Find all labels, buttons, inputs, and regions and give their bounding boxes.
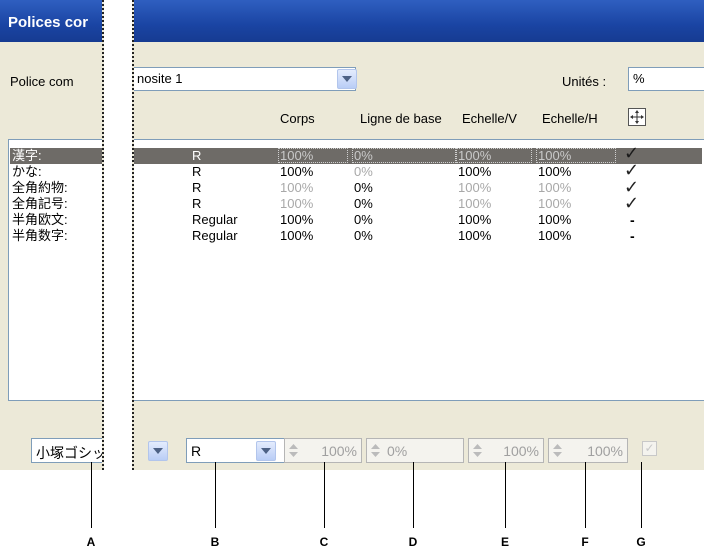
row-name[interactable]: 半角数字: bbox=[12, 228, 68, 244]
row-echelle-h: 100% bbox=[538, 228, 572, 243]
row-echelle-v: 100% bbox=[458, 212, 492, 227]
row-name[interactable]: かな: bbox=[12, 164, 42, 180]
baseline-spinner[interactable]: 0% bbox=[366, 438, 464, 463]
row-name[interactable]: 全角約物: bbox=[12, 180, 68, 196]
row-ligne: 0% bbox=[354, 180, 373, 195]
composite-font-select[interactable]: nosite 1 bbox=[134, 67, 356, 91]
font-style-dropdown[interactable] bbox=[256, 441, 276, 461]
row-ligne: 0% bbox=[354, 228, 373, 243]
row-ligne: 0% bbox=[354, 148, 373, 163]
row-echelle-h: 100% bbox=[538, 164, 572, 179]
callout-line-d bbox=[413, 462, 414, 528]
callout-label-e: E bbox=[500, 535, 509, 549]
units-label: Unités : bbox=[562, 74, 607, 89]
move-icon[interactable] bbox=[628, 108, 646, 126]
proportional-checkbox[interactable]: ✓ bbox=[642, 441, 657, 456]
corps-spinner[interactable]: 100% bbox=[284, 438, 362, 463]
baseline-value: 0% bbox=[387, 443, 408, 459]
row-corps: 100% bbox=[280, 228, 314, 243]
dialog-right-fragment: nosite 1 Unités : % Corps Ligne de base … bbox=[132, 0, 704, 470]
chevron-down-icon bbox=[342, 76, 352, 82]
row-echelle-h: 100% bbox=[538, 212, 572, 227]
row-corps: 100% bbox=[280, 148, 314, 163]
spinner-arrows-icon bbox=[289, 444, 298, 457]
row-echelle-v: 100% bbox=[458, 228, 492, 243]
row-name[interactable]: 半角欧文: bbox=[12, 212, 68, 228]
row-ligne: 0% bbox=[354, 212, 373, 227]
col-header-ligne: Ligne de base bbox=[360, 111, 442, 126]
dialog-title: Polices cor bbox=[8, 14, 89, 31]
callout-label-a: A bbox=[86, 535, 96, 549]
font-family-select[interactable]: 小塚ゴシッ bbox=[31, 438, 102, 463]
row-echelle-v: 100% bbox=[458, 148, 492, 163]
callout-line-f bbox=[585, 462, 586, 528]
row-style[interactable]: Regular bbox=[192, 212, 238, 228]
row-style[interactable]: R bbox=[192, 180, 201, 196]
font-label: Police com bbox=[10, 74, 74, 89]
row-style[interactable]: R bbox=[192, 164, 201, 180]
title-bar-right bbox=[134, 0, 704, 42]
chevron-down-icon bbox=[153, 448, 163, 454]
row-echelle-h: 100% bbox=[538, 196, 572, 211]
vertical-scale-value: 100% bbox=[503, 443, 539, 459]
dialog-left-fragment: Polices cor Police com 漢字: かな: 全角約物: 全角記… bbox=[0, 0, 104, 470]
row-ligne: 0% bbox=[354, 164, 373, 179]
horizontal-scale-value: 100% bbox=[587, 443, 623, 459]
font-table[interactable] bbox=[134, 139, 704, 401]
callout-label-f: F bbox=[581, 535, 589, 549]
chevron-down-icon bbox=[261, 448, 271, 454]
row-corps: 100% bbox=[280, 164, 314, 179]
col-header-echelle-h: Echelle/H bbox=[542, 111, 598, 126]
row-ligne: 0% bbox=[354, 196, 373, 211]
callout-label-g: G bbox=[636, 535, 646, 549]
dash-mark: - bbox=[630, 228, 635, 244]
spinner-arrows-icon bbox=[371, 444, 380, 457]
callout-line-e bbox=[505, 462, 506, 528]
callout-label-b: B bbox=[210, 535, 220, 549]
row-corps: 100% bbox=[280, 196, 314, 211]
row-echelle-v: 100% bbox=[458, 164, 492, 179]
title-bar: Polices cor bbox=[0, 0, 102, 42]
row-style[interactable]: R bbox=[192, 196, 201, 212]
row-name[interactable]: 全角記号: bbox=[12, 196, 68, 212]
units-select[interactable]: % bbox=[628, 67, 704, 91]
row-echelle-h: 100% bbox=[538, 180, 572, 195]
spinner-arrows-icon bbox=[473, 444, 482, 457]
row-style[interactable]: Regular bbox=[192, 228, 238, 244]
callout-label-c: C bbox=[319, 535, 329, 549]
corps-value: 100% bbox=[321, 443, 357, 459]
col-header-echelle-v: Echelle/V bbox=[462, 111, 517, 126]
row-corps: 100% bbox=[280, 212, 314, 227]
row-style[interactable]: R bbox=[192, 148, 201, 164]
row-echelle-v: 100% bbox=[458, 180, 492, 195]
callout-line-b bbox=[215, 462, 216, 528]
callout-line-g bbox=[641, 462, 642, 528]
row-corps: 100% bbox=[280, 180, 314, 195]
row-echelle-v: 100% bbox=[458, 196, 492, 211]
horizontal-scale-spinner[interactable]: 100% bbox=[548, 438, 628, 463]
callout-label-d: D bbox=[408, 535, 418, 549]
dash-mark: - bbox=[630, 212, 635, 228]
callout-line-a bbox=[91, 462, 92, 528]
checkmark-icon: ✓ bbox=[624, 193, 640, 214]
col-header-corps: Corps bbox=[280, 111, 315, 126]
row-name[interactable]: 漢字: bbox=[12, 148, 42, 164]
spinner-arrows-icon bbox=[553, 444, 562, 457]
composite-font-dropdown[interactable] bbox=[337, 69, 357, 89]
row-echelle-h: 100% bbox=[538, 148, 572, 163]
font-family-dropdown[interactable] bbox=[148, 441, 168, 461]
vertical-scale-spinner[interactable]: 100% bbox=[468, 438, 544, 463]
callout-line-c bbox=[324, 462, 325, 528]
